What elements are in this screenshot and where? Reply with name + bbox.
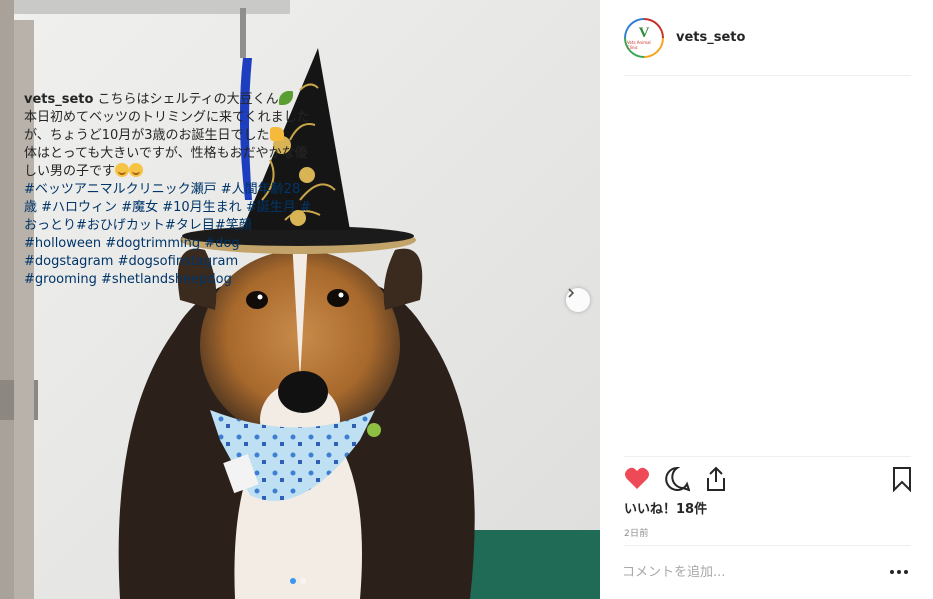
- caption-line-1: こちらはシェルティの大豆くん: [97, 92, 279, 107]
- post-photo[interactable]: [0, 0, 600, 599]
- hashtag-link[interactable]: #dogsofinstagram: [118, 254, 239, 269]
- hashtag-link[interactable]: #dogstagram: [24, 254, 113, 269]
- avatar-logo-text: Vets Animal Clinic: [627, 40, 651, 50]
- carousel-indicator: [290, 578, 306, 584]
- chevron-right-icon: [568, 288, 575, 298]
- post-caption: vets_seto こちらはシェルティの大豆くん 本日初めてベッツのトリミングに来…: [24, 91, 313, 289]
- hashtag-link[interactable]: #魔女: [121, 200, 158, 215]
- hashtag-link[interactable]: #誕生月: [246, 200, 296, 215]
- hashtag-link[interactable]: #ハロウィン: [41, 200, 117, 215]
- divider: [624, 545, 911, 546]
- post-header: V Vets Animal Clinic vets_seto: [624, 18, 911, 76]
- soybean-emoji-icon: [278, 91, 293, 105]
- smile-emoji-icon: [115, 163, 130, 177]
- caption-username[interactable]: vets_seto: [24, 92, 93, 107]
- hashtag-link[interactable]: #shetlandsheepdog: [101, 272, 232, 287]
- likes-count[interactable]: いいね！18件: [624, 498, 707, 517]
- bookmark-icon[interactable]: [892, 466, 912, 492]
- heart-icon[interactable]: [624, 466, 650, 490]
- more-options-icon[interactable]: [890, 566, 910, 578]
- post-username[interactable]: vets_seto: [676, 30, 745, 45]
- hashtag-link[interactable]: #dogtrimming: [105, 236, 200, 251]
- next-photo-button[interactable]: [566, 288, 590, 312]
- post-timestamp[interactable]: 2日前: [624, 526, 649, 539]
- hashtag-link[interactable]: #おひげカット: [76, 218, 165, 233]
- comment-input[interactable]: [622, 560, 872, 584]
- hashtag-link[interactable]: #dog: [204, 236, 239, 251]
- dog-photo-illustration: [0, 0, 600, 599]
- comment-icon[interactable]: [664, 466, 690, 492]
- smile-emoji-icon: [129, 163, 144, 177]
- avatar-logo-letter: V: [638, 25, 650, 41]
- share-icon[interactable]: [704, 466, 728, 492]
- post-actions: [624, 464, 913, 494]
- hashtag-link[interactable]: #笑顔: [215, 218, 252, 233]
- divider: [624, 456, 911, 457]
- hashtag-link[interactable]: #ベッツアニマルクリニック瀬戸: [24, 182, 217, 197]
- hashtag-link[interactable]: #タレ目: [165, 218, 215, 233]
- avatar[interactable]: V Vets Animal Clinic: [624, 18, 664, 58]
- caption-line-2: 本日初めてベッツのトリミングに来てくれましたが、ちょうど10月が3歳のお誕生日で…: [24, 110, 310, 143]
- carousel-dot: [300, 578, 306, 584]
- carousel-dot: [290, 578, 296, 584]
- hashtag-link[interactable]: #10月生まれ: [162, 200, 241, 215]
- hashtag-link[interactable]: #grooming: [24, 272, 97, 287]
- hashtag-link[interactable]: #holloween: [24, 236, 101, 251]
- caption-line-3: 体はとっても大きいですが、性格もおだやかな優しい男の子です: [24, 146, 308, 179]
- thumbs-up-emoji-icon: [269, 127, 284, 141]
- avatar-logo: V Vets Animal Clinic: [626, 20, 662, 56]
